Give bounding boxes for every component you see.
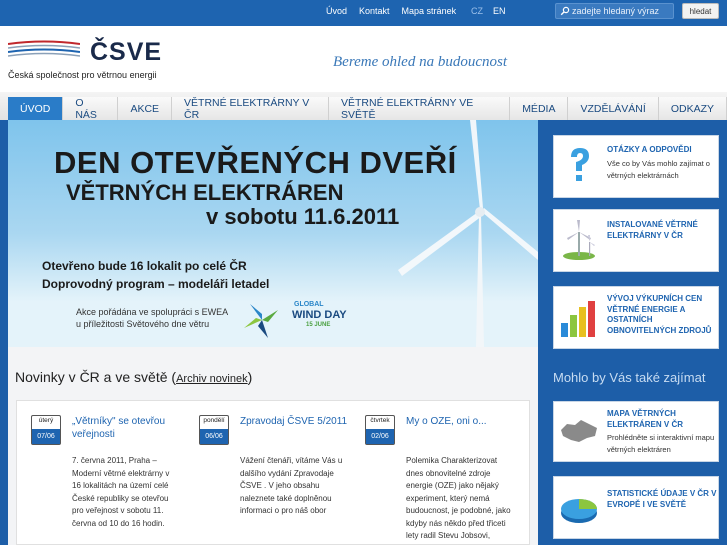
news-date: 07/06: [32, 429, 60, 444]
sidebar-card-faq[interactable]: Otázky a odpovědi Vše co by Vás mohlo za…: [553, 135, 719, 198]
logo-subtitle: Česká společnost pro větrnou energii: [8, 70, 157, 80]
news-heading: Novinky v ČR a ve světě (Archiv novinek): [15, 369, 252, 385]
news-day: úterý: [38, 417, 54, 424]
search-icon: [560, 6, 570, 16]
banner-locations: Otevřeno bude 16 lokalit po celé ČR: [42, 259, 247, 273]
nav-item-vzdelavani[interactable]: Vzdělávání: [568, 97, 659, 120]
question-icon: [571, 148, 589, 181]
news-date: 06/06: [200, 429, 228, 444]
site-header: ČSVE Česká společnost pro větrnou energi…: [0, 26, 727, 92]
nav-item-odkazy[interactable]: Odkazy: [658, 97, 727, 120]
archive-paren-close: ): [247, 369, 253, 385]
news-heading-text: Novinky v ČR a ve světě: [15, 369, 168, 385]
date-badge: čtvrtek 02/06: [365, 415, 395, 445]
search-button[interactable]: hledat: [682, 3, 719, 19]
global-wind-day-logo-icon: [244, 304, 278, 338]
nav-item-uvod[interactable]: Úvod: [8, 97, 64, 120]
wind-turbine-icon: [563, 220, 595, 260]
promo-banner[interactable]: DEN OTEVŘENÝCH DVEŘÍ VĚTRNÝCH ELEKTRÁREN…: [8, 120, 538, 347]
search-box: [555, 3, 674, 19]
lang-cz-link[interactable]: CZ: [471, 6, 483, 16]
card-title: Vývoj výkupních cen větrné energie a ost…: [607, 294, 712, 335]
nav-item-vetrne-elektrarny-cr[interactable]: Větrné elektrárny v ČR: [172, 97, 330, 121]
news-headline[interactable]: „Větrníky" se otevřou veřejnosti: [72, 415, 192, 441]
wind-day-title: WIND DAY: [292, 309, 347, 321]
banner-heading: DEN OTEVŘENÝCH DVEŘÍ: [54, 145, 457, 180]
nav-item-media[interactable]: Média: [510, 97, 569, 120]
news-day: čtvrtek: [370, 417, 390, 424]
nav-item-vetrne-elektrarny-svet[interactable]: Větrné elektrárny ve světě: [329, 97, 511, 121]
top-link-uvod[interactable]: Úvod: [326, 6, 347, 16]
news-text: Vážení čtenáři, vítáme Vás u dalšího vyd…: [240, 456, 343, 515]
top-link-mapa-stranek[interactable]: Mapa stránek: [402, 6, 457, 16]
news-text: Polemika Charakterizovat dnes obnoviteln…: [406, 456, 511, 540]
sidebar-card-installed[interactable]: Instalované větrné elektrárny v ČR: [553, 209, 719, 272]
date-badge: pondělí 06/06: [199, 415, 229, 445]
nav-item-akce[interactable]: Akce: [118, 97, 173, 120]
news-date: 02/06: [366, 429, 394, 444]
sidebar: Otázky a odpovědi Vše co by Vás mohlo za…: [538, 120, 727, 545]
logo-wind-lines-icon[interactable]: [8, 40, 80, 60]
banner-world-wind-day: u příležitosti Světového dne větru: [76, 319, 210, 329]
top-bar: Úvod Kontakt Mapa stránek CZ EN hledat: [0, 0, 727, 26]
card-title: Instalované větrné elektrárny v ČR: [607, 220, 698, 240]
banner-ewea: Akce pořádána ve spolupráci s EWEA: [76, 307, 229, 317]
card-title: Otázky a odpovědi: [607, 145, 692, 154]
lang-en-link[interactable]: EN: [493, 6, 506, 16]
news-headline[interactable]: Zpravodaj ČSVE 5/2011: [240, 415, 360, 428]
news-list: úterý 07/06 „Větrníky" se otevřou veřejn…: [16, 400, 530, 545]
search-input[interactable]: [572, 4, 672, 18]
bar-chart-icon: [561, 301, 595, 337]
sidebar-card-prices[interactable]: Vývoj výkupních cen větrné energie a ost…: [553, 286, 719, 349]
map-icon: [561, 420, 597, 442]
banner-program: Doprovodný program – modeláři letadel: [42, 277, 270, 291]
main-nav: Úvod O nás Akce Větrné elektrárny v ČR V…: [0, 92, 727, 121]
wind-day-global-text: GLOBAL: [294, 301, 324, 308]
wind-day-date: 15 JUNE: [306, 322, 331, 328]
banner-date: v sobotu 11.6.2011: [206, 204, 400, 229]
date-badge: úterý 07/06: [31, 415, 61, 445]
card-title: Statistické údaje v ČR v Evropě i ve svě…: [607, 489, 717, 509]
slogan: Bereme ohled na budoucnost: [333, 54, 507, 70]
archive-link[interactable]: Archiv novinek: [176, 373, 248, 385]
sidebar-card-stats[interactable]: Statistické údaje v ČR v Evropě i ve svě…: [553, 476, 719, 539]
top-link-kontakt[interactable]: Kontakt: [359, 6, 390, 16]
pie-chart-icon: [561, 499, 597, 523]
card-description: Prohlédněte si interaktivní mapu větrnýc…: [607, 433, 715, 454]
banner-subheading: VĚTRNÝCH ELEKTRÁREN: [66, 180, 344, 205]
news-headline[interactable]: My o OZE, oni o...: [406, 415, 526, 428]
sidebar-card-map[interactable]: Mapa větrných elektráren v ČR Prohlédnět…: [553, 401, 719, 462]
nav-item-o-nas[interactable]: O nás: [63, 97, 119, 121]
logo-title[interactable]: ČSVE: [90, 38, 162, 67]
card-title: Mapa větrných elektráren v ČR: [607, 409, 684, 429]
news-text: 7. června 2011, Praha – Moderní větrné e…: [72, 456, 170, 528]
also-interesting-heading: Mohlo by Vás také zajímat: [553, 370, 706, 385]
card-description: Vše co by Vás mohlo zajímat o větrných e…: [607, 159, 710, 180]
top-links: Úvod Kontakt Mapa stránek: [326, 6, 468, 16]
news-day: pondělí: [203, 417, 225, 424]
news-section: Novinky v ČR a ve světě (Archiv novinek)…: [8, 347, 538, 545]
